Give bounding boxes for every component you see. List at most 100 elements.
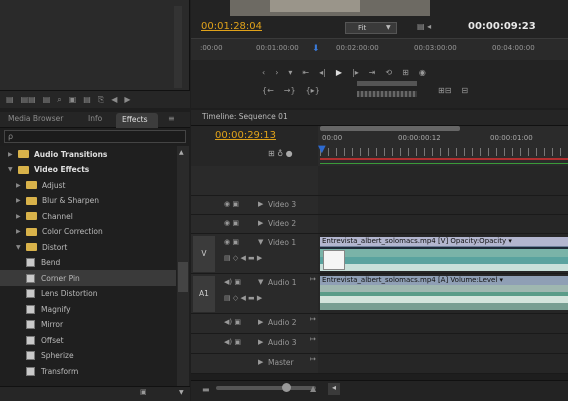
jog-disk[interactable] xyxy=(357,91,417,97)
expand-right-icon[interactable]: ▶ xyxy=(16,197,26,204)
expand-track-icon[interactable]: ▶ xyxy=(258,358,263,366)
tab-info[interactable]: Info xyxy=(88,114,102,123)
expand-track-icon[interactable]: ▶ xyxy=(258,338,263,346)
effect-folder[interactable]: ▶ Audio Transitions xyxy=(0,146,176,162)
source-track-indicator[interactable]: A1 xyxy=(193,276,215,312)
effect-item[interactable]: Spherize xyxy=(0,348,176,364)
go-to-in-icon[interactable]: ⇤ xyxy=(302,68,309,77)
effects-scroll-thumb[interactable] xyxy=(178,262,188,292)
effect-item[interactable]: Bend xyxy=(0,255,176,271)
track-header[interactable] xyxy=(191,354,318,374)
collapse-track-icon[interactable]: ▼ xyxy=(258,238,263,246)
project-scrollbar[interactable] xyxy=(174,6,182,88)
new-bin-icon[interactable]: ▣ xyxy=(140,388,147,396)
effect-item[interactable]: Mirror xyxy=(0,317,176,333)
zoom-in-icon[interactable]: ▲ xyxy=(310,384,316,393)
timeline-current-timecode[interactable]: 00:00:29:13 xyxy=(215,130,276,141)
mark-in-icon[interactable]: ‹ xyxy=(262,68,265,77)
timeline-playhead[interactable]: ▼ xyxy=(318,144,326,155)
speaker-lock-icon[interactable]: ◀) ▣ xyxy=(224,278,241,286)
effect-folder[interactable]: ▼ Distort xyxy=(0,239,176,255)
track-header[interactable] xyxy=(191,314,318,334)
track-area[interactable] xyxy=(318,215,568,234)
safe-margins-icon[interactable]: ⊞ xyxy=(402,68,409,77)
go-to-out-icon[interactable]: ⇥ xyxy=(369,68,376,77)
expand-right-icon[interactable]: ▶ xyxy=(16,213,26,220)
source-track-indicator[interactable]: V xyxy=(193,236,215,272)
effects-search-input[interactable]: ρ xyxy=(4,130,186,143)
expand-right-icon[interactable]: ▶ xyxy=(8,151,18,158)
effect-folder[interactable]: ▶ Color Correction xyxy=(0,224,176,240)
track-area[interactable] xyxy=(318,334,568,354)
step-forward-icon[interactable]: |▸ xyxy=(352,68,359,77)
scroll-left-icon[interactable]: ◂ xyxy=(328,383,340,395)
marker-icon[interactable]: ▾ xyxy=(288,68,292,77)
mark-out-icon[interactable]: › xyxy=(275,68,278,77)
icon-view-icon[interactable]: ▤▤ xyxy=(21,95,36,104)
expand-right-icon[interactable]: ▶ xyxy=(16,182,26,189)
effect-folder[interactable]: ▶ Blur & Sharpen xyxy=(0,193,176,209)
timeline-zoom-slider[interactable] xyxy=(216,386,316,390)
scroll-down-icon[interactable]: ▼ xyxy=(179,389,184,396)
eye-lock-icon[interactable]: ◉ ▣ xyxy=(224,238,239,246)
find-icon[interactable]: ⌕ xyxy=(57,95,61,105)
expand-track-icon[interactable]: ▶ xyxy=(258,318,263,326)
scroll-up-icon[interactable]: ▲ xyxy=(179,149,184,156)
list-view-icon[interactable]: ▤ xyxy=(6,95,14,104)
expand-down-icon[interactable]: ▼ xyxy=(8,166,18,173)
program-current-timecode[interactable]: 00:01:28:04 xyxy=(201,21,262,32)
effect-folder[interactable]: ▼ Video Effects xyxy=(0,162,176,178)
step-back-icon[interactable]: ◂| xyxy=(319,68,326,77)
go-to-out-point-icon[interactable]: →} xyxy=(284,86,296,95)
work-area-bar[interactable] xyxy=(320,126,460,131)
go-to-in-point-icon[interactable]: {← xyxy=(262,86,274,95)
effect-item[interactable]: Lens Distortion xyxy=(0,286,176,302)
tab-timeline-sequence[interactable]: Timeline: Sequence 01 xyxy=(196,112,296,126)
effect-folder[interactable]: ▶ Adjust xyxy=(0,177,176,193)
track-header[interactable] xyxy=(191,196,318,215)
bin-icon[interactable]: ▤ xyxy=(43,95,51,104)
timeline-time-ruler[interactable] xyxy=(318,126,568,166)
panel-menu-icon[interactable]: ≡ xyxy=(168,114,175,123)
effect-item[interactable]: Transform xyxy=(0,363,176,379)
track-area[interactable] xyxy=(318,196,568,215)
tab-effects[interactable]: Effects xyxy=(116,113,158,128)
prev-icon[interactable]: ◀ xyxy=(111,95,117,104)
speaker-lock-icon[interactable]: ◀) ▣ xyxy=(224,338,241,346)
expand-down-icon[interactable]: ▼ xyxy=(16,244,26,251)
track-area[interactable] xyxy=(318,354,568,374)
loop-icon[interactable]: ⟲ xyxy=(385,68,392,77)
effect-folder[interactable]: ▶ Channel xyxy=(0,208,176,224)
effect-item[interactable]: Offset xyxy=(0,332,176,348)
play-in-to-out-icon[interactable]: {▸} xyxy=(306,86,320,95)
shuttle-slider[interactable] xyxy=(357,81,417,86)
eye-lock-icon[interactable]: ◉ ▣ xyxy=(224,200,239,208)
lift-icon[interactable]: ⊞⊟ xyxy=(438,86,451,95)
collapse-track-icon[interactable]: ▼ xyxy=(258,278,263,286)
keyframe-controls[interactable]: ▤ ◇ ◀ ▬ ▶ xyxy=(224,254,262,262)
effect-item[interactable]: Magnify xyxy=(0,301,176,317)
speaker-lock-icon[interactable]: ◀) ▣ xyxy=(224,318,241,326)
settings-icon[interactable]: ▤ ◂ xyxy=(417,22,431,31)
zoom-slider-knob[interactable] xyxy=(282,383,291,392)
extract-icon[interactable]: ⊟ xyxy=(461,86,468,95)
expand-track-icon[interactable]: ▶ xyxy=(258,219,263,227)
expand-right-icon[interactable]: ▶ xyxy=(16,228,26,235)
zoom-out-icon[interactable]: ▬ xyxy=(202,385,210,394)
effect-item[interactable]: Corner Pin xyxy=(0,270,176,286)
eye-lock-icon[interactable]: ◉ ▣ xyxy=(224,219,239,227)
expand-track-icon[interactable]: ▶ xyxy=(258,200,263,208)
trash-icon[interactable]: ⎘ xyxy=(98,95,104,105)
snap-icon[interactable]: ⊞ ♁ ● xyxy=(268,149,293,158)
program-playhead[interactable]: ⬇ xyxy=(312,44,320,54)
track-area[interactable] xyxy=(318,314,568,334)
keyframe-controls[interactable]: ▤ ◇ ◀ ▬ ▶ xyxy=(224,294,262,302)
new-item-icon[interactable]: ▤ xyxy=(83,95,91,104)
track-header[interactable] xyxy=(191,215,318,234)
output-icon[interactable]: ◉ xyxy=(419,68,426,77)
new-bin-icon[interactable]: ▣ xyxy=(69,95,77,104)
play-icon[interactable]: ▶ xyxy=(336,68,342,77)
next-icon[interactable]: ▶ xyxy=(124,95,130,104)
track-header[interactable] xyxy=(191,334,318,354)
tab-media-browser[interactable]: Media Browser xyxy=(8,114,63,123)
